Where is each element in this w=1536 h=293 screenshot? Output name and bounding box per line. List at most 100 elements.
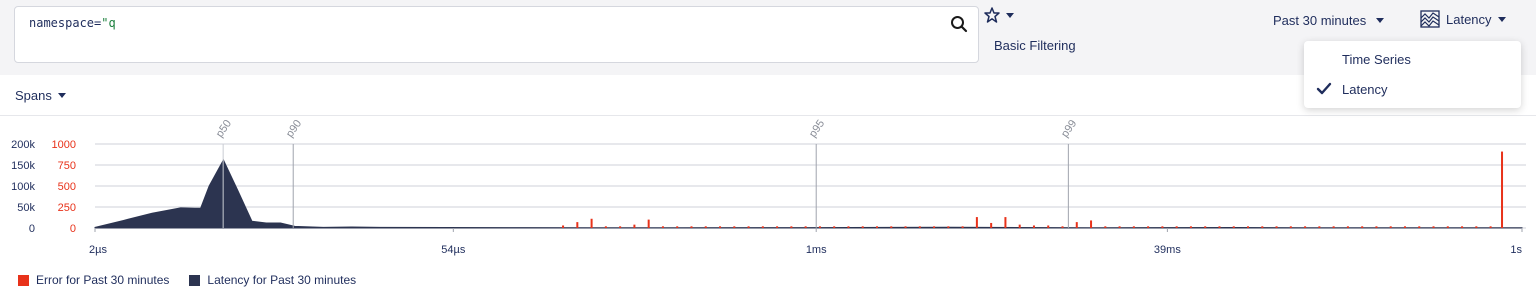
error-bar: [562, 225, 565, 228]
error-bar: [1489, 226, 1492, 228]
error-bar: [1432, 226, 1435, 228]
error-bar: [918, 226, 921, 228]
legend-swatch-latency: [189, 274, 201, 286]
error-bar: [776, 226, 779, 228]
error-bar: [1104, 226, 1107, 228]
error-bar: [1247, 226, 1250, 228]
query-key: namespace=: [29, 16, 102, 30]
error-bar: [1361, 226, 1364, 228]
y-right-tick-label: 0: [70, 223, 76, 235]
percentile-label: p50: [214, 118, 234, 140]
query-text[interactable]: namespace="q: [29, 16, 116, 30]
saved-queries-button[interactable]: [984, 6, 1018, 24]
error-bar: [647, 219, 650, 228]
error-bar: [747, 226, 750, 228]
error-bar: [1446, 226, 1449, 228]
latency-area: [94, 158, 1523, 229]
query-value: "q: [101, 16, 116, 30]
error-bar: [1475, 226, 1478, 228]
y-right-tick-label: 500: [58, 181, 76, 193]
x-tick-label: 54µs: [441, 244, 466, 256]
chart-legend: Error for Past 30 minutes Latency for Pa…: [18, 273, 356, 287]
error-bar: [1090, 220, 1093, 228]
error-bar: [1461, 226, 1464, 228]
error-bar: [975, 217, 978, 228]
error-bar: [1501, 151, 1504, 228]
query-input[interactable]: namespace="q: [14, 6, 979, 63]
error-bar: [1004, 217, 1007, 228]
error-bar: [1047, 225, 1050, 228]
error-bar: [761, 226, 764, 228]
percentile-label: p99: [1059, 118, 1079, 140]
error-bar: [947, 226, 950, 228]
error-bar: [1389, 226, 1392, 228]
error-bar: [790, 226, 793, 228]
error-bar: [1204, 226, 1207, 228]
error-bar: [890, 226, 893, 228]
search-icon[interactable]: [950, 15, 968, 33]
dropdown-item-time-series[interactable]: Time Series: [1304, 47, 1521, 71]
latency-chart-icon: [1420, 10, 1440, 28]
error-bar: [1318, 226, 1321, 228]
error-bar: [1189, 226, 1192, 228]
error-bar: [576, 222, 579, 228]
y-right-tick-label: 1000: [52, 139, 76, 151]
error-bar: [1289, 226, 1292, 228]
chevron-down-icon: [1497, 16, 1506, 22]
error-bar: [804, 226, 807, 228]
error-bar: [1232, 226, 1235, 228]
view-type-select[interactable]: Latency: [1420, 10, 1506, 28]
error-bar: [604, 226, 607, 228]
dropdown-item-label: Latency: [1342, 82, 1388, 97]
legend-label: Latency for Past 30 minutes: [207, 273, 357, 287]
error-bar: [1175, 226, 1178, 228]
x-tick-label: 39ms: [1154, 244, 1181, 256]
error-bar: [1418, 226, 1421, 228]
y-left-tick-label: 200k: [11, 139, 35, 151]
spans-select[interactable]: Spans: [15, 88, 66, 103]
error-bar: [661, 226, 664, 228]
error-bar: [861, 226, 864, 228]
error-bar: [818, 226, 821, 228]
basic-filtering-link[interactable]: Basic Filtering: [994, 38, 1076, 53]
y-right-tick-label: 750: [58, 160, 76, 172]
error-bar: [875, 226, 878, 228]
error-bar: [847, 226, 850, 228]
error-bar: [633, 224, 636, 228]
error-bar: [690, 226, 693, 228]
y-left-tick-label: 100k: [11, 181, 35, 193]
error-bar: [1075, 222, 1078, 228]
x-tick-label: 2µs: [89, 244, 107, 256]
percentile-label: p90: [284, 118, 304, 140]
error-bar: [1261, 226, 1264, 228]
error-bar: [1161, 226, 1164, 228]
error-bar: [1018, 224, 1021, 228]
error-bar: [1147, 226, 1150, 228]
chevron-down-icon: [1006, 12, 1014, 18]
y-right-tick-label: 250: [58, 202, 76, 214]
legend-item-latency: Latency for Past 30 minutes: [189, 273, 356, 287]
latency-chart: 200k 1000 150k 750 100k 500 50k 250 0 0 p50 p90 p95 p…: [11, 118, 1526, 256]
error-bar: [733, 226, 736, 228]
error-bar: [704, 226, 707, 228]
x-tick-label: 1s: [1510, 244, 1522, 256]
error-bar: [1032, 225, 1035, 228]
error-bar: [1304, 226, 1307, 228]
error-bar: [1332, 226, 1335, 228]
legend-label: Error for Past 30 minutes: [36, 273, 170, 287]
y-left-tick-label: 50k: [17, 202, 35, 214]
error-bar: [961, 226, 964, 228]
time-range-select[interactable]: Past 30 minutes: [1273, 13, 1385, 28]
dropdown-item-latency[interactable]: Latency: [1304, 77, 1521, 101]
error-bar: [1275, 226, 1278, 228]
error-bar: [1118, 226, 1121, 228]
y-left-tick-label: 0: [29, 223, 35, 235]
error-bar: [1061, 226, 1064, 228]
error-bar: [904, 226, 907, 228]
error-bar: [1375, 226, 1378, 228]
star-icon: [984, 7, 1000, 23]
error-bar: [1403, 226, 1406, 228]
error-bar: [676, 226, 679, 228]
spans-label: Spans: [15, 88, 52, 103]
view-type-label: Latency: [1446, 11, 1492, 27]
